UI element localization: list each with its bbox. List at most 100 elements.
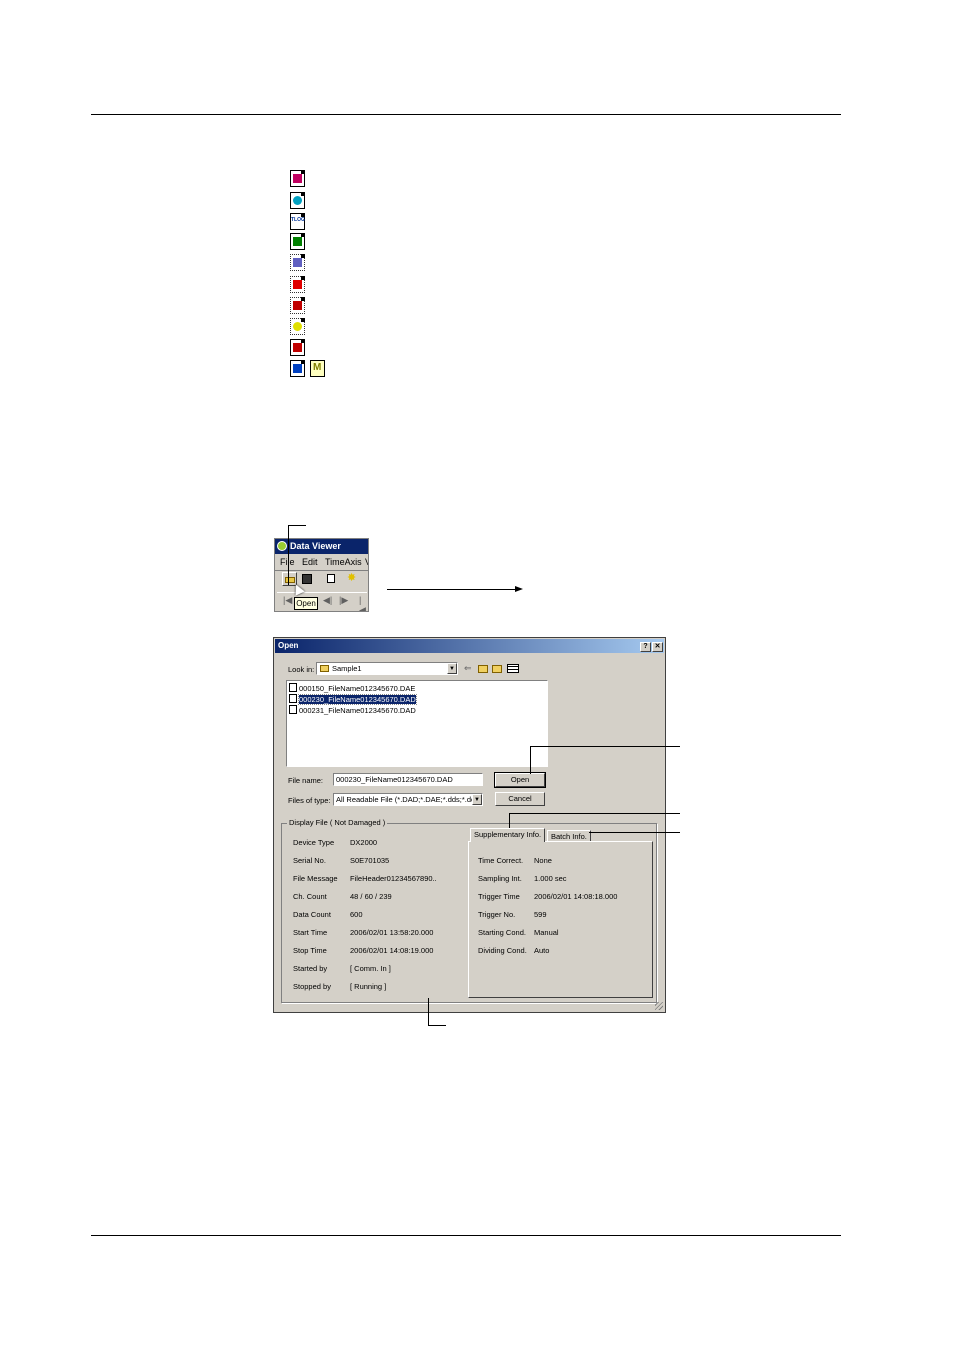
look-in-dropdown[interactable]: Sample1 ▼ (316, 662, 458, 675)
leader-line (288, 525, 306, 526)
file-icon (289, 694, 297, 703)
field-label: Stopped by (293, 982, 331, 991)
files-of-type-value: All Readable File (*.DAD;*.DAE;*.dds;*.d… (336, 795, 479, 804)
leader-line (509, 813, 680, 814)
cancel-button[interactable]: Cancel (495, 792, 545, 806)
leader-line (428, 998, 429, 1025)
file-name-input[interactable]: 000230_FileName012345670.DAD (333, 773, 483, 786)
help-button[interactable]: ? (640, 642, 651, 652)
dialog-titlebar: Open ? ✕ (275, 639, 664, 653)
icon-glyph (293, 280, 302, 289)
field-value: Auto (534, 946, 550, 955)
files-of-type-label: Files of type: (288, 796, 331, 805)
file-name-label: File name: (288, 776, 324, 785)
file-list-item-name: 000231_FileName012345670.DAD (299, 706, 416, 715)
data-file-icon (290, 170, 305, 187)
view-menu-icon[interactable] (507, 664, 519, 673)
database-file-icon (290, 192, 305, 209)
file-list[interactable]: 000150_FileName012345670.DAE 000230_FileN… (286, 680, 548, 767)
icon-glyph (293, 343, 302, 352)
save-icon (302, 574, 312, 584)
files-of-type-dropdown[interactable]: All Readable File (*.DAD;*.DAE;*.dds;*.d… (333, 793, 483, 806)
arrow-line (387, 589, 517, 590)
leader-line (288, 525, 289, 585)
field-label: Time Correct. (478, 856, 524, 865)
field-label: Started by (293, 964, 328, 973)
field-label: Device Type (293, 838, 335, 847)
page-fold (301, 318, 305, 322)
settings-button[interactable]: ✸ (345, 572, 360, 586)
leader-line (428, 1025, 446, 1026)
icon-glyph (293, 301, 302, 310)
page-fold (301, 254, 305, 258)
tlog-file-icon: TLOG (290, 213, 305, 230)
open-dialog-button[interactable]: Open (494, 772, 546, 788)
file-icon (289, 705, 297, 714)
menu-view[interactable]: V (365, 555, 368, 569)
page-fold (301, 233, 305, 237)
look-in-value: Sample1 (332, 664, 362, 673)
icon-glyph (293, 258, 302, 267)
field-value: 2006/02/01 14:08:18.000 (534, 892, 618, 901)
page-fold (301, 170, 305, 174)
resize-grip-icon[interactable] (655, 1002, 663, 1010)
page-fold (301, 276, 305, 280)
star-icon: ✸ (347, 572, 357, 584)
icon-glyph (293, 364, 302, 373)
leader-line (530, 746, 680, 747)
close-button[interactable]: ✕ (652, 642, 663, 652)
page-fold (301, 297, 305, 301)
app-icon (277, 541, 287, 551)
dialog-title: Open (278, 641, 299, 650)
nav-toolbar: |◀ ◀| |▶ |◀ (277, 592, 367, 611)
arrow-head-icon (515, 586, 523, 592)
page-fold (301, 192, 305, 196)
leader-line (530, 746, 531, 774)
field-value: 600 (350, 910, 363, 919)
field-label: Sampling Int. (478, 874, 522, 883)
file-name-value: 000230_FileName012345670.DAD (336, 775, 453, 784)
copy-button[interactable] (325, 572, 340, 586)
display-file-caption: Display File ( Not Damaged ) (287, 818, 388, 827)
next-icon[interactable]: |▶ (339, 595, 348, 606)
first-icon[interactable]: |◀ (283, 595, 292, 606)
copy-icon (327, 574, 335, 583)
field-value: 1.000 sec (534, 874, 567, 883)
leader-line (589, 832, 680, 833)
tlog-label: TLOG (291, 217, 305, 223)
save-button[interactable] (300, 572, 315, 586)
blue-file-icon (290, 360, 305, 377)
chevron-down-icon[interactable]: ▼ (447, 663, 457, 674)
dotted-file-icon (290, 254, 305, 271)
up-folder-icon[interactable] (478, 665, 488, 673)
manual-file-icon: M (310, 360, 325, 377)
menu-timeaxis[interactable]: TimeAxis (325, 555, 362, 569)
file-list-item[interactable]: 000230_FileName012345670.DAD (289, 694, 417, 705)
new-folder-icon[interactable] (492, 665, 502, 673)
page-fold (301, 360, 305, 364)
menu-edit[interactable]: Edit (302, 555, 318, 569)
open-folder-icon (285, 577, 295, 583)
field-value: [ Running ] (350, 982, 387, 991)
tab-supplementary-info[interactable]: Supplementary Info. (470, 828, 546, 842)
file-list-item[interactable]: 000231_FileName012345670.DAD (289, 705, 416, 715)
field-label: Starting Cond. (478, 928, 526, 937)
field-label: Dividing Cond. (478, 946, 527, 955)
field-label: Serial No. (293, 856, 326, 865)
folder-icon (320, 665, 329, 672)
field-value: 599 (534, 910, 547, 919)
field-value: 2006/02/01 13:58:20.000 (350, 928, 434, 937)
last-icon[interactable]: |◀ (359, 595, 367, 611)
prev-icon[interactable]: ◀| (323, 595, 332, 606)
chart-file-icon (290, 233, 305, 250)
icon-glyph (293, 237, 302, 246)
file-icon (289, 683, 297, 692)
chevron-down-icon[interactable]: ▼ (472, 794, 482, 805)
file-list-item-name: 000150_FileName012345670.DAE (299, 684, 416, 693)
manual-label: M (313, 362, 322, 373)
field-value: Manual (534, 928, 559, 937)
back-icon[interactable]: ⇐ (464, 663, 472, 674)
file-list-item[interactable]: 000150_FileName012345670.DAE (289, 683, 415, 693)
field-label: Data Count (293, 910, 331, 919)
field-label: Ch. Count (293, 892, 327, 901)
